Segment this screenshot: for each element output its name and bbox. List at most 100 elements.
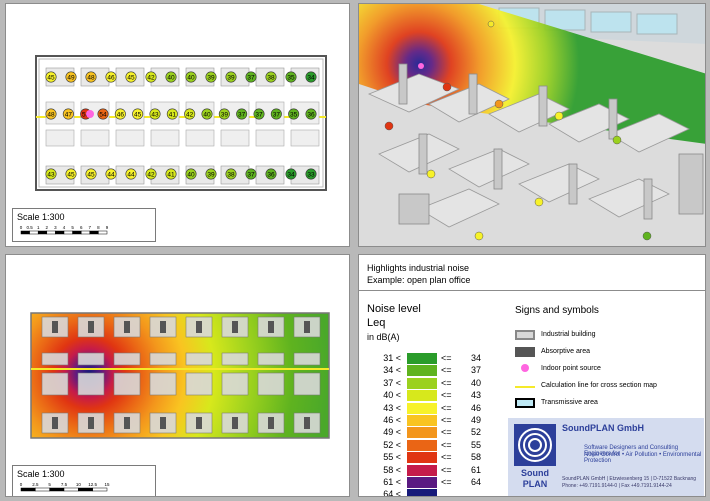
legend-low: 46 < <box>383 415 401 425</box>
chair <box>124 321 130 333</box>
scale-tick: 7 <box>89 225 92 230</box>
scale-tick: 2.5 <box>32 482 39 487</box>
receiver-point: 42 <box>145 168 157 180</box>
receiver-value: 45 <box>67 172 75 179</box>
divider <box>359 290 705 291</box>
receiver-point: 38 <box>265 71 277 83</box>
receiver-point: 45 <box>85 168 97 180</box>
legend-low: 52 < <box>383 439 401 450</box>
scale-tick: 8 <box>97 225 100 230</box>
receiver-value: 45 <box>47 75 55 82</box>
sign-label: Calculation line for cross section map <box>541 382 657 389</box>
receiver-point: 33 <box>305 168 317 180</box>
scale-segment <box>78 487 93 492</box>
signs-title: Signs and symbols <box>515 305 599 316</box>
legend-sep: <= <box>441 439 452 450</box>
receiver-point: 54 <box>97 108 109 120</box>
legend-low: 40 < <box>383 390 401 401</box>
desk <box>45 129 75 147</box>
scale-segment <box>63 230 73 235</box>
receiver-point: 35 <box>285 71 297 83</box>
legend-low: 61 < <box>383 477 401 487</box>
receiver-value: 42 <box>147 75 155 82</box>
receiver-point: 46 <box>105 71 117 83</box>
legend-swatch <box>407 402 437 414</box>
legend-swatch <box>407 452 437 464</box>
legend-sep: <= <box>441 477 452 487</box>
legend-low: 49 < <box>383 427 401 438</box>
receiver-value: 39 <box>207 172 215 179</box>
chair <box>88 417 94 429</box>
sign-label: Absorptive area <box>541 348 591 355</box>
receiver-value: 37 <box>273 112 281 119</box>
receiver-point: 44 <box>125 168 137 180</box>
scale-tick: 10 <box>76 482 82 487</box>
scale-tick: 12.5 <box>88 482 97 487</box>
receiver-point: 47 <box>62 108 74 120</box>
3d-view-panel <box>358 3 706 247</box>
receiver-point: 48 <box>45 108 57 120</box>
receiver-point: 36 <box>305 108 317 120</box>
noise-level-unit: in dB(A) <box>367 332 400 342</box>
receiver-value: 37 <box>247 75 255 82</box>
point-source-marker <box>86 110 94 118</box>
receiver-value: 42 <box>147 172 155 179</box>
point-source-3d <box>418 63 424 69</box>
desk <box>77 352 105 366</box>
scale-tick: 6 <box>80 225 83 230</box>
receiver-point: 48 <box>85 71 97 83</box>
receiver-value: 47 <box>65 112 73 119</box>
industrial-building-swatch <box>515 330 535 340</box>
receiver-value: 49 <box>67 75 75 82</box>
desk <box>221 372 249 396</box>
scale-segment <box>29 230 39 235</box>
company-address: SoundPLAN GmbH | Etzwiesenberg 15 | D-71… <box>562 476 697 482</box>
scale-tick: 1 <box>37 225 40 230</box>
receiver-value: 37 <box>247 172 255 179</box>
receiver-value: 44 <box>127 172 135 179</box>
desk <box>257 372 285 396</box>
receiver-value: 41 <box>167 172 175 179</box>
scale-bar: 0 0.5 1 2 3 4 5 6 7 8 9 <box>20 225 109 235</box>
legend-swatch <box>407 353 437 364</box>
receiver-value: 39 <box>207 75 215 82</box>
desk <box>257 352 285 366</box>
legend-high: 64 <box>470 477 481 487</box>
legend-swatch <box>407 415 437 426</box>
chair <box>160 417 166 429</box>
scale-tick: 2 <box>46 225 49 230</box>
legend-panel: Highlights industrial noise Example: ope… <box>358 254 706 497</box>
receiver-point: 38 <box>225 168 237 180</box>
scale-label: Scale 1:300 <box>17 212 65 222</box>
desk <box>113 372 141 396</box>
receiver-point: 44 <box>105 168 117 180</box>
receiver-point: 37 <box>245 168 257 180</box>
receiver-value: 36 <box>307 112 315 119</box>
receiver-point: 45 <box>132 108 144 120</box>
chair <box>268 321 274 333</box>
scale-segment <box>46 230 56 235</box>
desk <box>149 372 177 396</box>
legend-high: 58 <box>470 452 481 463</box>
legend-high: 61 <box>470 464 481 475</box>
scale-tick: 5 <box>71 225 74 230</box>
receiver-point: 39 <box>205 168 217 180</box>
receiver-point: 37 <box>236 108 248 120</box>
desk <box>255 129 285 147</box>
desk <box>185 372 213 396</box>
desk <box>220 129 250 147</box>
receiver-map-panel: 45 49 48 46 45 42 40 40 39 39 37 38 35 34 48 47 58 54 46 45… <box>5 3 350 247</box>
legend-sep: <= <box>441 353 452 363</box>
receiver-point: 39 <box>225 71 237 83</box>
receiver-value: 36 <box>267 172 275 179</box>
scale-segment <box>35 487 50 492</box>
receiver-point: 41 <box>166 108 178 120</box>
receiver-point: 40 <box>185 168 197 180</box>
receiver-point: 40 <box>165 71 177 83</box>
scale-bar: 0 2.5 5 7.5 10 12.5 15 <box>20 482 110 492</box>
receiver-value: 45 <box>134 112 142 119</box>
legend-high: 40 <box>470 377 481 388</box>
receiver-point: 45 <box>125 71 137 83</box>
receiver-value: 38 <box>227 172 235 179</box>
desk <box>113 352 141 366</box>
